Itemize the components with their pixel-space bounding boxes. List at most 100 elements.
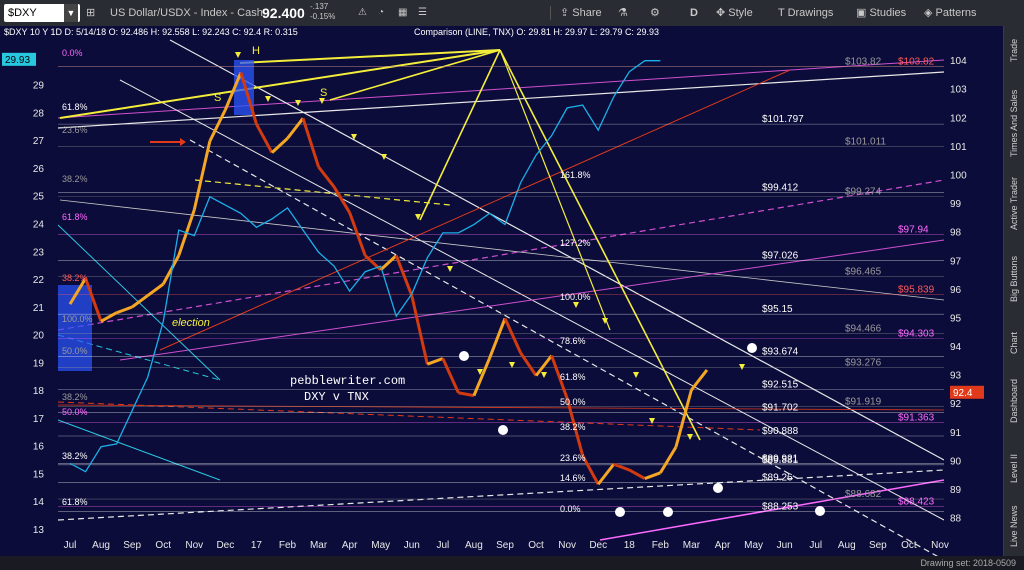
symbol-input[interactable]: $DXY ▼ <box>4 4 80 22</box>
x-axis-tick: Oct <box>901 540 917 551</box>
right-sidebar: Trade Times And Sales Active Trader Big But… <box>1003 26 1024 556</box>
left-axis-tick: 26 <box>33 164 45 175</box>
style-icon: ✥ <box>716 7 729 19</box>
studies-button[interactable]: ▣ Studies <box>856 0 906 26</box>
left-axis-tick: 19 <box>33 358 45 369</box>
price-level-label: $89.26 <box>762 473 793 484</box>
right-axis-tick: 94 <box>950 342 962 353</box>
left-axis-tick: 16 <box>33 442 45 453</box>
pivot-marker <box>815 506 825 516</box>
x-axis-tick: Oct <box>528 540 544 551</box>
x-axis-tick: Sep <box>123 540 141 551</box>
x-axis-tick: Jun <box>777 540 793 551</box>
price-level-label: $103.82 <box>898 56 935 67</box>
x-axis-tick: Jun <box>404 540 420 551</box>
pivot-marker <box>747 343 757 353</box>
drawings-button[interactable]: T Drawings <box>778 0 833 26</box>
price-level-label: $91.919 <box>845 397 882 408</box>
interval-button[interactable]: D <box>690 0 698 26</box>
patterns-button[interactable]: ◈ Patterns <box>924 0 976 26</box>
left-axis-tick: 24 <box>33 220 45 231</box>
price-level-label: $91.702 <box>762 403 799 414</box>
current-price-value: 92.4 <box>953 388 973 399</box>
right-axis-tick: 97 <box>950 256 962 267</box>
right-axis-tick: 95 <box>950 313 962 324</box>
x-axis-tick: Nov <box>558 540 576 551</box>
x-axis-tick: 17 <box>251 540 263 551</box>
share-button[interactable]: ⇪ Share <box>560 0 602 26</box>
fib-label: 161.8% <box>560 170 591 180</box>
x-axis-tick: Jul <box>436 540 449 551</box>
fib-label: 127.2% <box>560 238 591 248</box>
x-axis-tick: Dec <box>589 540 607 551</box>
right-axis-tick: 98 <box>950 228 962 239</box>
sidebar-tab-big-buttons[interactable]: Big Buttons <box>1004 246 1024 312</box>
x-axis-tick: Sep <box>869 540 887 551</box>
left-axis-tick: 14 <box>33 497 45 508</box>
fib-label: 38.2% <box>62 273 88 283</box>
sliders-icon[interactable]: ☰ <box>418 0 427 26</box>
fib-label: 0.0% <box>560 504 581 514</box>
sidebar-tab-trade[interactable]: Trade <box>1004 30 1024 70</box>
right-axis-tick: 101 <box>950 142 967 153</box>
price-level-label: $89.881 <box>762 455 799 466</box>
plus-icon[interactable]: ⊞ <box>86 0 95 26</box>
left-axis-tick: 29 <box>33 81 45 92</box>
x-axis-tick: Nov <box>185 540 203 551</box>
price-level-label: $91.363 <box>898 412 935 423</box>
price-level-label: $101.797 <box>762 114 804 125</box>
pattern-label: election <box>172 317 210 329</box>
sidebar-tab-level-ii[interactable]: Level II <box>1004 446 1024 490</box>
right-axis-tick: 90 <box>950 456 962 467</box>
fib-label: 38.2% <box>560 422 586 432</box>
patterns-label: Patterns <box>935 7 977 19</box>
instrument-title: US Dollar/USDX - Index - Cash <box>110 7 263 19</box>
status-bar: Drawing set: 2018-0509 <box>0 556 1024 570</box>
x-axis-tick: May <box>371 540 390 551</box>
x-axis-tick: May <box>744 540 763 551</box>
sidebar-tab-dashboard[interactable]: Dashboard <box>1004 370 1024 432</box>
flask-icon[interactable]: ⚗ <box>618 0 628 26</box>
sidebar-tab-times-and-sales[interactable]: Times And Sales <box>1004 88 1024 158</box>
right-axis-tick: 100 <box>950 171 967 182</box>
left-axis-tick: 22 <box>33 275 45 286</box>
left-axis-tick: 13 <box>33 525 45 536</box>
pattern-label: H <box>252 45 260 57</box>
pencil-icon: T <box>778 7 788 19</box>
right-axis-tick: 89 <box>950 485 962 496</box>
chevron-down-icon[interactable]: ▼ <box>64 4 78 22</box>
alert-icon[interactable]: ⚠ <box>358 0 367 26</box>
pattern-label: S <box>214 92 221 104</box>
price-level-label: $95.839 <box>898 284 935 295</box>
x-axis-tick: Apr <box>342 540 358 551</box>
sidebar-tab-chart[interactable]: Chart <box>1004 326 1024 360</box>
style-button[interactable]: ✥ Style <box>716 0 753 26</box>
patterns-icon: ◈ <box>924 7 936 19</box>
gear-icon[interactable]: ⚙ <box>650 0 660 26</box>
price-level-label: $95.15 <box>762 304 793 315</box>
sidebar-tab-active-trader[interactable]: Active Trader <box>1004 172 1024 234</box>
fib-label: 61.8% <box>560 372 586 382</box>
x-axis-tick: Aug <box>465 540 483 551</box>
watermark: pebblewriter.com <box>290 374 405 388</box>
x-axis-tick: Feb <box>279 540 297 551</box>
fib-label: 38.2% <box>62 174 88 184</box>
x-axis-tick: Mar <box>683 540 701 551</box>
price-level-label: $99.274 <box>845 186 882 197</box>
left-axis-tick: 20 <box>33 331 45 342</box>
x-axis-tick: 18 <box>624 540 636 551</box>
price-chart[interactable]: $103.82 $103.82 $101.797 $101.011 $99.412 $99… <box>0 26 1003 556</box>
sidebar-tab-live-news[interactable]: Live News <box>1004 500 1024 552</box>
right-axis-tick: 93 <box>950 371 962 382</box>
toolbar: $DXY ▼ ⊞ US Dollar/USDX - Index - Cash 92… <box>0 0 1024 27</box>
left-axis-tick: 25 <box>33 192 45 203</box>
status-text: Drawing set: 2018-0509 <box>920 558 1016 568</box>
left-axis-tick: 21 <box>33 303 45 314</box>
grid-icon[interactable]: ▦ <box>398 0 407 26</box>
price-level-label: $88.423 <box>898 496 935 507</box>
price-level-label: $97.94 <box>898 224 929 235</box>
bell-icon[interactable]: ◔ <box>378 0 384 26</box>
symbol-text: $DXY <box>8 7 37 19</box>
pivot-marker <box>713 483 723 493</box>
price-level-label: $99.412 <box>762 182 799 193</box>
